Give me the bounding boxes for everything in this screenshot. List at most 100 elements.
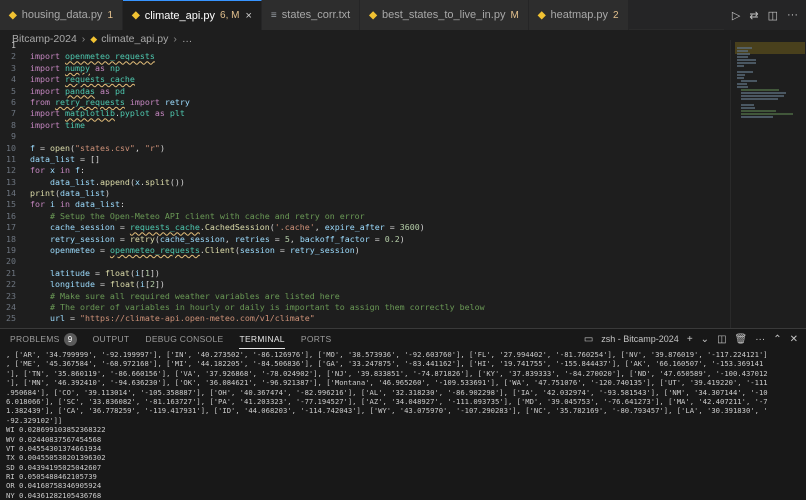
panel-tab[interactable]: PROBLEMS 9 bbox=[10, 329, 77, 349]
line-number: 13 bbox=[6, 176, 16, 187]
minimap-line bbox=[741, 113, 794, 115]
minimap-line bbox=[737, 47, 752, 49]
code-line[interactable]: 13 data_list.append(x.split()) bbox=[0, 177, 730, 188]
code-text: import time bbox=[30, 119, 85, 130]
terminal-line: '], ['TN', '35.860119', '-86.660156'], [… bbox=[6, 368, 768, 378]
minimap-line bbox=[741, 92, 786, 94]
code-line[interactable]: 3 import numpy as np bbox=[0, 63, 730, 74]
minimap-line bbox=[737, 83, 747, 85]
editor-tab-bar: ◆ housing_data.py 1 ◆ climate_api.py 6, M × ≡ st… bbox=[0, 0, 806, 30]
minimap-line bbox=[741, 107, 755, 109]
line-number: 7 bbox=[11, 108, 16, 119]
code-line[interactable]: 4 import requests_cache bbox=[0, 74, 730, 85]
vscode-window: ◆ housing_data.py 1 ◆ climate_api.py 6, M × ≡ st… bbox=[0, 0, 806, 500]
code-text: # Setup the Open-Meteo API client with c… bbox=[30, 210, 365, 221]
code-text: from retry_requests import retry bbox=[30, 96, 190, 107]
panel-tab[interactable]: DEBUG CONSOLE bbox=[145, 329, 223, 349]
tab-badge: 1 bbox=[107, 9, 113, 21]
code-line[interactable]: 12 for x in f: bbox=[0, 165, 730, 176]
code-line[interactable]: 11 data_list = [] bbox=[0, 154, 730, 165]
terminal-output[interactable]: , ['AR', '34.799999', '-92.199997'], ['I… bbox=[6, 350, 806, 500]
terminal-line: '], ['MN', '46.392410', '-94.636230'], [… bbox=[6, 378, 768, 388]
minimap-line bbox=[737, 59, 757, 61]
more-actions-icon[interactable]: ··· bbox=[787, 9, 798, 21]
panel-tab-label: PROBLEMS bbox=[10, 334, 60, 344]
panel-tab[interactable]: TERMINAL bbox=[239, 329, 285, 349]
editor-tab[interactable]: ◆ best_states_to_live_in.py M bbox=[360, 0, 529, 30]
line-number: 23 bbox=[6, 290, 16, 301]
minimap-line bbox=[741, 104, 755, 106]
run-icon[interactable]: ▷ bbox=[732, 9, 740, 22]
code-text: import numpy as np bbox=[30, 62, 120, 73]
problems-count-badge: 9 bbox=[63, 332, 77, 346]
editor-tab[interactable]: ◆ heatmap.py 2 bbox=[528, 0, 629, 30]
code-line[interactable]: 24 # The order of variables in hourly or… bbox=[0, 302, 730, 313]
terminal-line: WI 0.028699103852368322 bbox=[6, 425, 106, 435]
code-line[interactable]: 10 f = open("states.csv", "r") bbox=[0, 143, 730, 154]
code-text: # The order of variables in hourly or da… bbox=[30, 301, 485, 312]
code-line[interactable]: 18 retry_session = retry(cache_session, … bbox=[0, 234, 730, 245]
line-number: 14 bbox=[6, 188, 16, 199]
minimap-line bbox=[737, 71, 754, 73]
terminal-line: , ['AR', '34.799999', '-92.199997'], ['I… bbox=[6, 350, 768, 359]
code-line[interactable]: 19 openmeteo = openmeteo_requests.Client… bbox=[0, 245, 730, 256]
code-line[interactable]: 21 latitude = float(i[1]) bbox=[0, 268, 730, 279]
code-line[interactable]: 23 # Make sure all required weather vari… bbox=[0, 291, 730, 302]
more-actions-icon[interactable]: ··· bbox=[755, 334, 765, 345]
close-icon[interactable]: ✕ bbox=[790, 334, 798, 345]
panel-tab-label: TERMINAL bbox=[239, 333, 285, 344]
split-editor-icon[interactable]: ◫ bbox=[768, 9, 778, 22]
chevron-down-icon[interactable]: ⌄ bbox=[701, 334, 709, 345]
minimap[interactable] bbox=[730, 40, 806, 328]
code-line[interactable]: 14 print(data_list) bbox=[0, 188, 730, 199]
code-text: data_list.append(x.split()) bbox=[49, 176, 185, 187]
line-number: 24 bbox=[6, 301, 16, 312]
line-number: 21 bbox=[6, 267, 16, 278]
trash-icon[interactable]: 🗑 bbox=[735, 334, 748, 345]
line-number: 20 bbox=[6, 256, 16, 267]
code-line[interactable]: 7 import matplotlib.pyplot as plt bbox=[0, 108, 730, 119]
close-icon[interactable]: × bbox=[245, 10, 251, 22]
code-line[interactable]: 6 from retry_requests import retry bbox=[0, 97, 730, 108]
terminal-icon: ▭ bbox=[583, 333, 594, 345]
code-line[interactable]: 1 bbox=[0, 40, 730, 51]
code-line[interactable]: 2 import openmeteo_requests bbox=[0, 51, 730, 62]
terminal-name[interactable]: zsh - Bitcamp-2024 bbox=[601, 334, 679, 344]
code-line[interactable]: 17 cache_session = requests_cache.Cached… bbox=[0, 222, 730, 233]
editor-tab[interactable]: ◆ climate_api.py 6, M × bbox=[123, 0, 262, 30]
code-line[interactable]: 16 # Setup the Open-Meteo API client wit… bbox=[0, 211, 730, 222]
code-text: import requests_cache bbox=[30, 74, 135, 85]
panel-tab[interactable]: PORTS bbox=[301, 329, 332, 349]
python-file-icon: ◆ bbox=[537, 9, 546, 21]
compare-icon[interactable]: ⇄ bbox=[749, 9, 758, 22]
editor-tab[interactable]: ≡ states_corr.txt bbox=[261, 0, 361, 30]
terminal-line: SD 0.04394195025042607 bbox=[6, 462, 102, 472]
tab-badge: M bbox=[510, 9, 519, 21]
chevron-up-icon[interactable]: ⌃ bbox=[773, 334, 781, 345]
code-text: retry_session = retry(cache_session, ret… bbox=[49, 233, 405, 244]
code-line[interactable]: 9 bbox=[0, 131, 730, 142]
new-terminal-icon[interactable]: + bbox=[687, 334, 693, 345]
code-line[interactable]: 5 import pandas as pd bbox=[0, 86, 730, 97]
line-number: 17 bbox=[6, 222, 16, 233]
minimap-line bbox=[737, 77, 744, 79]
line-number: 4 bbox=[11, 74, 16, 85]
code-line[interactable]: 20 bbox=[0, 256, 730, 267]
bottom-panel: PROBLEMS 9 OUTPUT DEBUG CONSOLE TERMINAL PORT… bbox=[0, 328, 806, 500]
code-text: latitude = float(i[1]) bbox=[49, 267, 160, 278]
code-editor[interactable]: 1 2 import openmeteo_requests 3 import numpy… bbox=[0, 40, 730, 328]
code-line[interactable]: 22 longitude = float(i[2]) bbox=[0, 279, 730, 290]
line-number: 16 bbox=[6, 210, 16, 221]
line-number: 25 bbox=[6, 313, 16, 324]
panel-tab[interactable]: OUTPUT bbox=[93, 329, 130, 349]
code-line[interactable]: 8 import time bbox=[0, 120, 730, 131]
minimap-line bbox=[741, 80, 758, 82]
terminal-line: RI 0.0505488462105739 bbox=[6, 472, 97, 482]
code-line[interactable]: 25 url = "https://climate-api.open-meteo… bbox=[0, 313, 730, 324]
code-line[interactable]: 15 for i in data_list: bbox=[0, 199, 730, 210]
terminal-line: VT 0.04554301374661934 bbox=[6, 443, 102, 453]
editor-tab[interactable]: ◆ housing_data.py 1 bbox=[0, 0, 123, 30]
split-terminal-icon[interactable]: ◫ bbox=[717, 334, 726, 345]
terminal-line: TX 0.004550530201396302 bbox=[6, 453, 106, 463]
text-file-icon: ≡ bbox=[270, 9, 277, 21]
